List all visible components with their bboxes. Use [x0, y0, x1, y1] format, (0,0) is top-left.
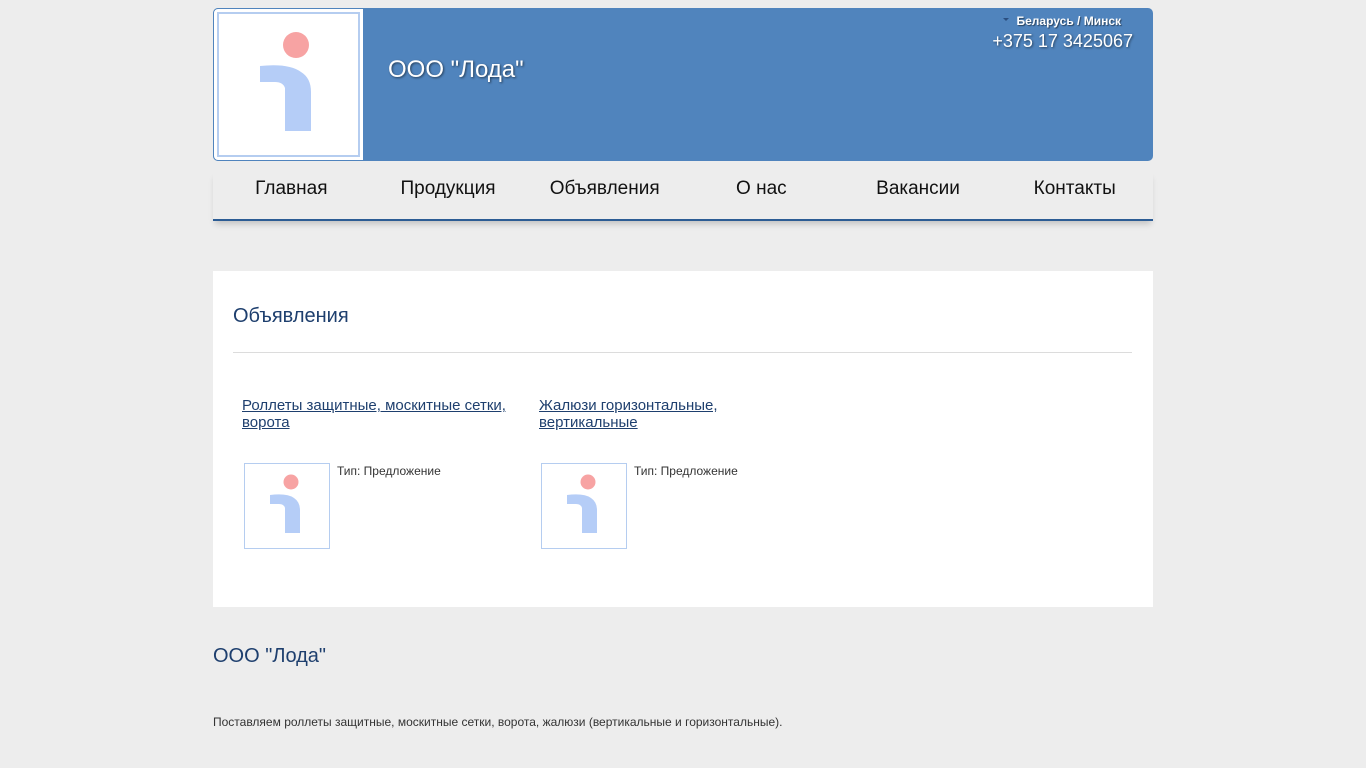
nav-item-ads[interactable]: Объявления [526, 171, 683, 219]
info-i-logo-icon [567, 474, 597, 533]
footer-title: ООО "Лода" [213, 645, 327, 667]
page-wrapper: ООО "Лода" Беларусь / Минск +375 17 3425… [213, 8, 1153, 607]
region-selector[interactable]: Беларусь / Минск [1002, 14, 1122, 28]
region-label: Беларусь / Минск [1016, 14, 1122, 28]
info-i-logo-icon [270, 474, 300, 533]
ad-item: Роллеты защитные, москитные сетки, ворот… [242, 397, 522, 549]
nav-item-home[interactable]: Главная [213, 171, 370, 219]
nav-item-vacancies[interactable]: Вакансии [840, 171, 997, 219]
site-header: ООО "Лода" Беларусь / Минск +375 17 3425… [213, 8, 1153, 161]
ad-type-label: Тип: Предложение [337, 464, 441, 478]
nav-item-products[interactable]: Продукция [370, 171, 527, 219]
divider [233, 352, 1132, 353]
ad-thumbnail[interactable] [244, 463, 330, 549]
nav-item-about[interactable]: О нас [683, 171, 840, 219]
logo-frame [217, 12, 360, 157]
ad-thumbnail[interactable] [541, 463, 627, 549]
page-title: Объявления [233, 305, 349, 327]
ad-title-link[interactable]: Роллеты защитные, москитные сетки, ворот… [242, 397, 522, 431]
ad-title-link[interactable]: Жалюзи горизонтальные, вертикальные [539, 397, 819, 431]
ad-item: Жалюзи горизонтальные, вертикальные Тип:… [539, 397, 819, 549]
logo[interactable] [213, 8, 364, 161]
content-panel: Объявления Роллеты защитные, москитные с… [213, 271, 1153, 607]
nav-item-contacts[interactable]: Контакты [996, 171, 1153, 219]
company-title: ООО "Лода" [388, 56, 524, 83]
ad-type-label: Тип: Предложение [634, 464, 738, 478]
footer-description: Поставляем роллеты защитные, москитные с… [213, 715, 783, 729]
info-i-logo-icon [260, 32, 311, 131]
caret-down-icon [1002, 18, 1009, 22]
phone-number: +375 17 3425067 [992, 31, 1133, 51]
main-nav: Главная Продукция Объявления О нас Вакан… [213, 171, 1153, 221]
